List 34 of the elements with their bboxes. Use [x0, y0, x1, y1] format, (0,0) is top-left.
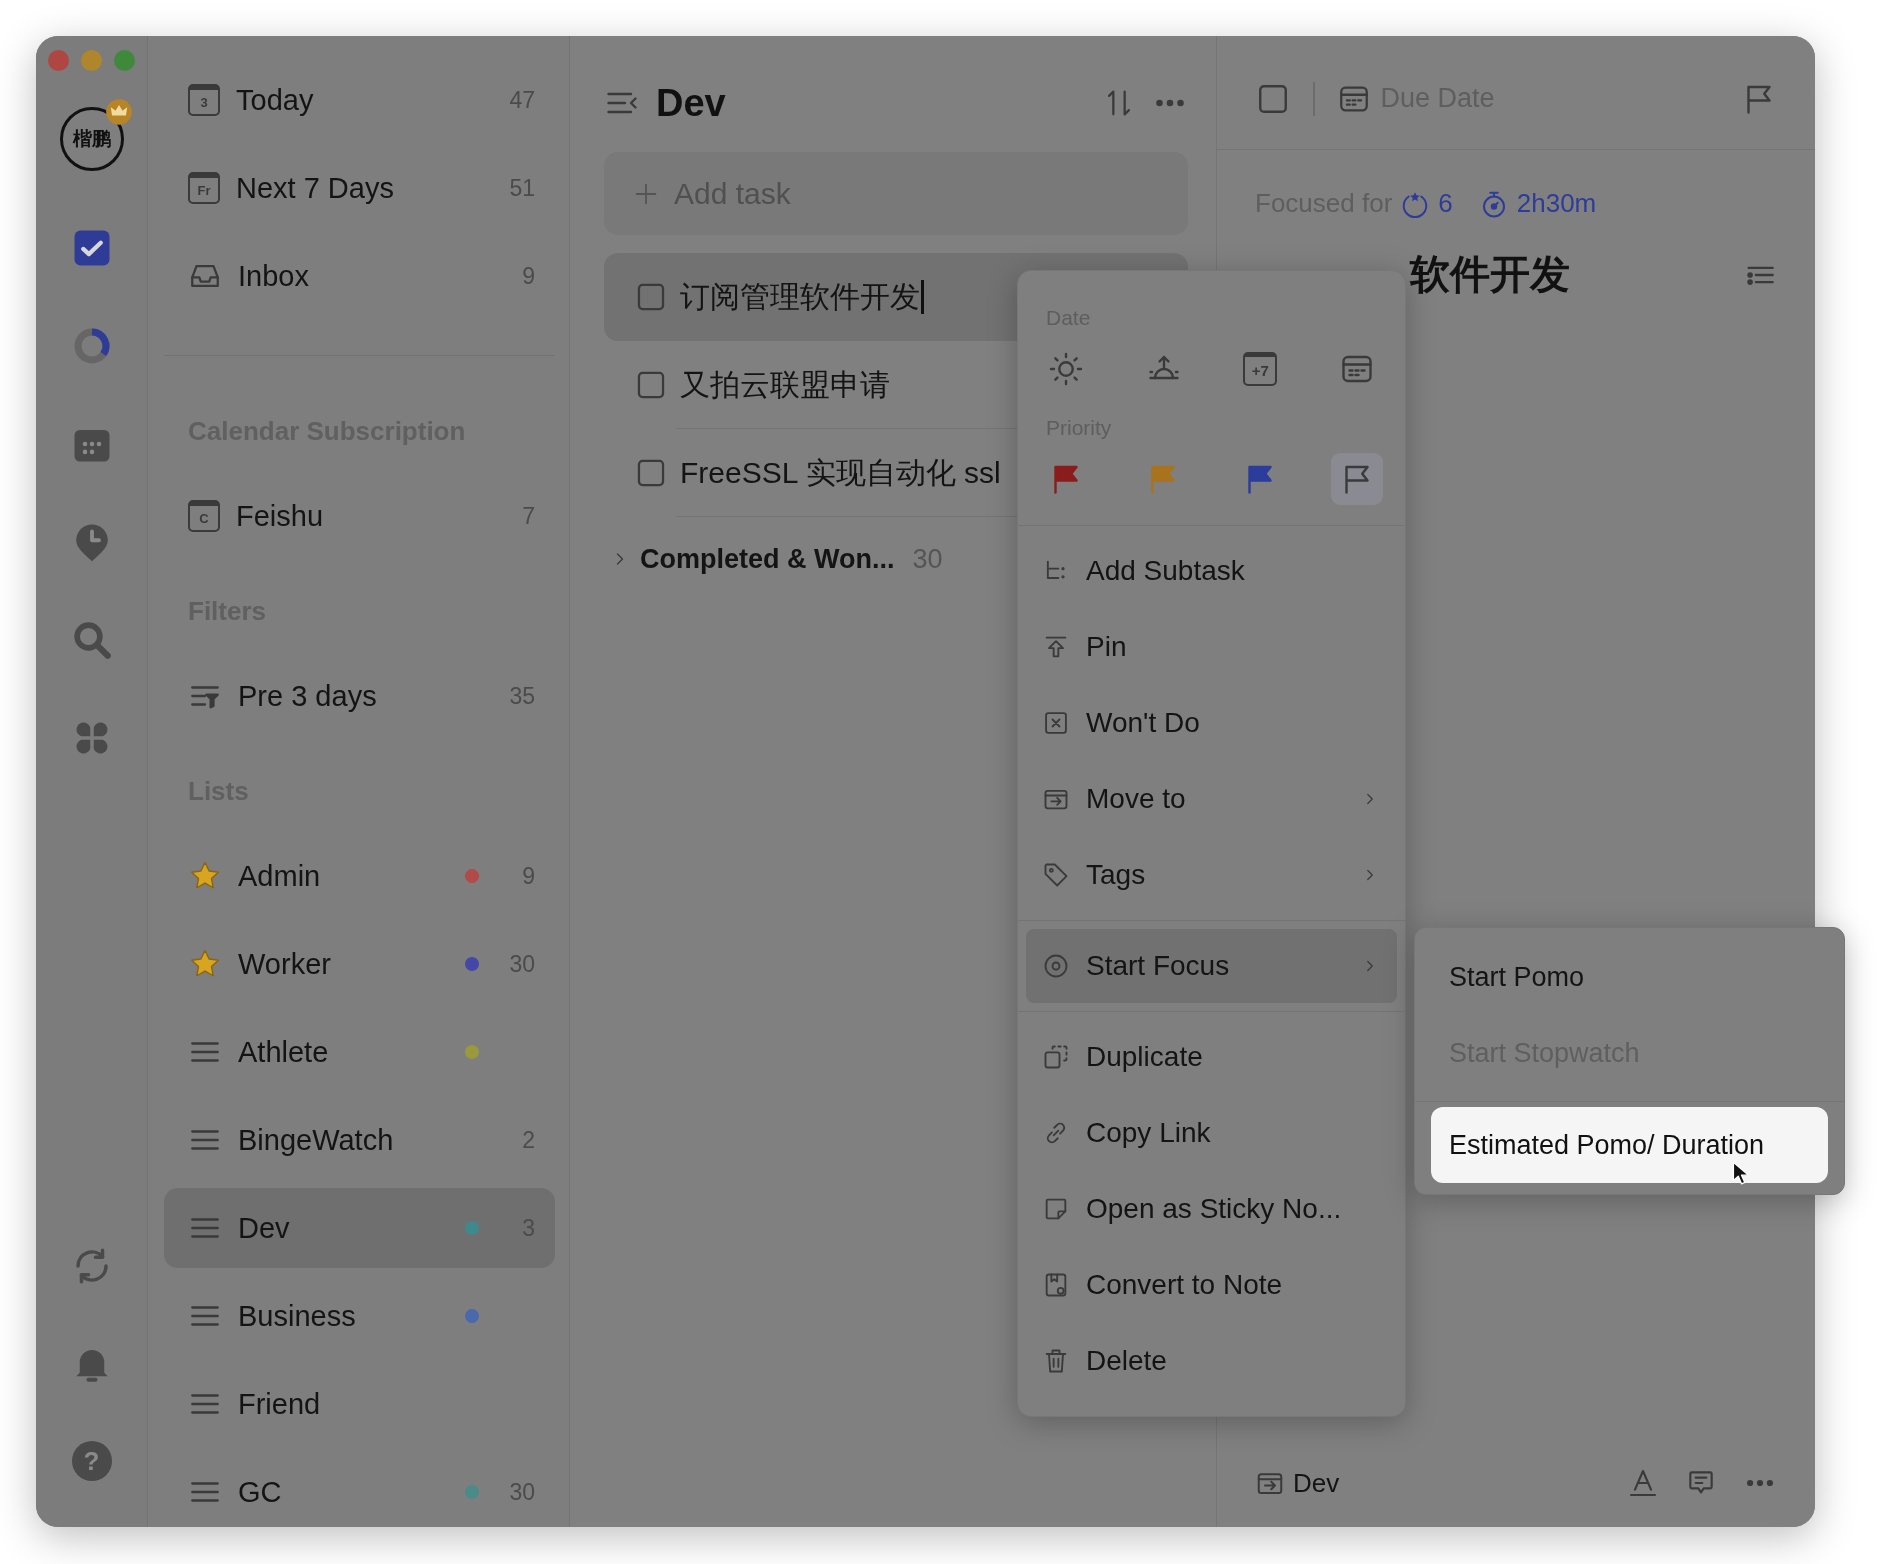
calendar-icon[interactable]: +7: [1243, 352, 1278, 386]
menu-item[interactable]: Pin: [1026, 610, 1397, 684]
menu-item[interactable]: Open as Sticky No...: [1026, 1172, 1397, 1246]
tag-icon: [1042, 861, 1070, 889]
help-icon[interactable]: ?: [71, 1441, 112, 1481]
calendar-icon: 3: [188, 84, 220, 116]
task-title: 软件开发: [1410, 251, 1571, 298]
sidebar-item[interactable]: Friend: [164, 1364, 555, 1444]
menu-item[interactable]: Tags: [1026, 838, 1397, 912]
menu-item[interactable]: Duplicate: [1026, 1020, 1397, 1094]
list-title: Dev: [656, 81, 727, 125]
list-button[interactable]: Dev: [1255, 1467, 1601, 1499]
pomo-count: 6: [1438, 188, 1453, 219]
crown-icon: [104, 98, 133, 126]
text-format-icon[interactable]: [1627, 1467, 1659, 1499]
target-icon: [1042, 952, 1070, 980]
menu-item[interactable]: Won't Do: [1026, 686, 1397, 760]
x-box-icon: [1042, 709, 1070, 737]
focus-duration: 2h30m: [1516, 188, 1597, 219]
menu-item[interactable]: Start Focus: [1026, 929, 1397, 1003]
menu-item[interactable]: Copy Link: [1026, 1096, 1397, 1170]
sidebar-item[interactable]: Athlete: [164, 1012, 555, 1092]
calendar-icon: Fr: [188, 172, 220, 204]
duplicate-icon: [1042, 1043, 1070, 1071]
menu-item[interactable]: Move to: [1026, 762, 1397, 836]
sidebar-item[interactable]: Business: [164, 1276, 555, 1356]
calendar-icon: C: [188, 500, 220, 532]
priority-button[interactable]: [1331, 453, 1383, 505]
menu-item[interactable]: Delete: [1026, 1324, 1397, 1398]
menu-item[interactable]: Estimated Pomo/ Duration: [1431, 1107, 1828, 1183]
menu-item[interactable]: Start Pomo: [1431, 939, 1828, 1015]
sun-icon[interactable]: [1048, 351, 1084, 387]
menu-item[interactable]: Add Subtask: [1026, 534, 1397, 608]
menu-item[interactable]: Convert to Note: [1026, 1248, 1397, 1322]
